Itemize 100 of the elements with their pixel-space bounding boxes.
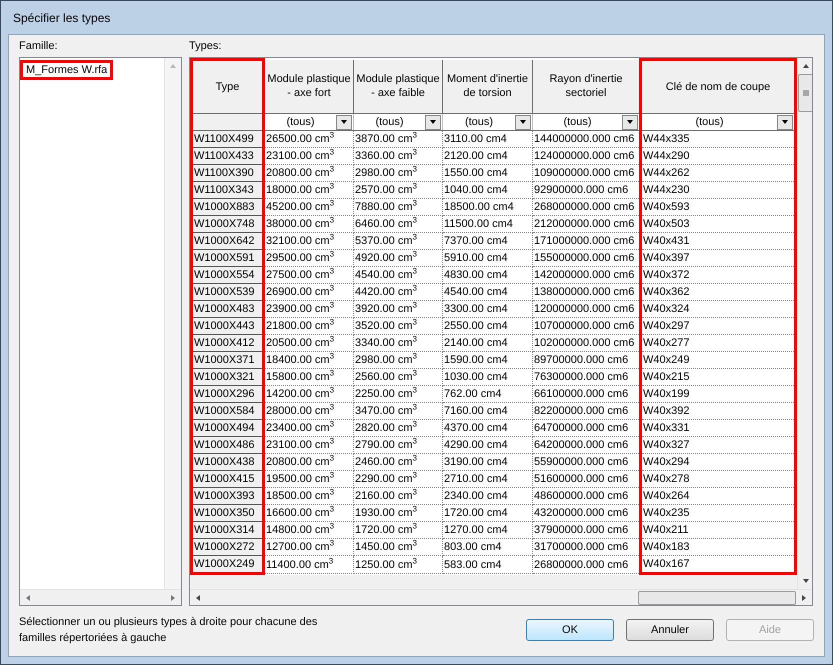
table-cell: 14800.00 cm$^{3}$ [264,522,354,538]
table-cell: 2140.00 cm4 [442,334,532,352]
row-header[interactable]: W1000X438 [192,454,264,470]
row-header[interactable]: W1000X539 [192,284,264,300]
filter-dropdown[interactable]: (tous) [265,114,353,130]
scroll-down-icon[interactable] [802,577,810,585]
column-header[interactable]: Rayon d'inertie sectoriel [532,60,640,114]
table-cell: 16600.00 cm$^{3}$ [264,504,354,522]
filter-dropdown[interactable]: (tous) [443,114,532,130]
scrollbar[interactable] [190,589,812,605]
table-cell: 18500.00 cm4 [442,198,532,216]
table-cell: 66100000.000 cm6 [532,386,640,402]
table-cell: 2710.00 cm4 [442,470,532,488]
table-cell: 3300.00 cm4 [442,300,532,318]
dropdown-icon [429,118,437,126]
filter-dropdown[interactable]: (tous) [642,114,794,130]
types-label: Types: [189,40,222,54]
row-header[interactable]: W1100X390 [192,164,264,182]
family-label: Famille: [19,40,59,54]
table-cell: 2340.00 cm4 [442,488,532,504]
row-header[interactable]: W1000X748 [192,216,264,232]
scroll-right-icon[interactable] [800,594,808,602]
table-cell: 5910.00 cm4 [442,250,532,266]
table-cell: 20500.00 cm$^{3}$ [264,334,354,352]
row-header[interactable]: W1100X433 [192,148,264,164]
table-cell: 2790.00 cm$^{3}$ [354,436,442,454]
table-cell: 1720.00 cm$^{3}$ [354,522,442,538]
dialog-button[interactable]: OK [526,619,614,641]
table-cell: 38000.00 cm$^{3}$ [264,216,354,232]
table-cell: 15800.00 cm$^{3}$ [264,368,354,386]
column-header[interactable]: Type [192,60,264,114]
row-header[interactable]: W1000X591 [192,250,264,266]
table-cell: 3470.00 cm$^{3}$ [354,402,442,420]
table-cell: 7880.00 cm$^{3}$ [354,198,442,216]
table-cell: 51600000.000 cm6 [532,470,640,488]
table-cell: 19500.00 cm$^{3}$ [264,470,354,488]
table-cell: 4420.00 cm$^{3}$ [354,284,442,300]
row-header[interactable]: W1000X412 [192,334,264,352]
table-cell: 45200.00 cm$^{3}$ [264,198,354,216]
table-cell: 23100.00 cm$^{3}$ [264,436,354,454]
row-header[interactable]: W1000X249 [192,556,264,574]
column-header[interactable]: Moment d'inertie de torsion [442,60,532,114]
row-header[interactable]: W1000X272 [192,538,264,556]
table-cell: 4370.00 cm4 [442,420,532,436]
scroll-right-icon[interactable] [169,594,177,602]
table-cell: 92900000.000 cm6 [532,182,640,198]
table-cell: 2550.00 cm4 [442,318,532,334]
scrollbar[interactable] [797,58,812,589]
table-cell: 31700000.000 cm6 [532,538,640,556]
table-cell: 48600000.000 cm6 [532,488,640,504]
table-cell: 29500.00 cm$^{3}$ [264,250,354,266]
table-cell: 26900.00 cm$^{3}$ [264,284,354,300]
row-header[interactable]: W1000X350 [192,504,264,522]
window-title: Spécifier les types [13,10,110,24]
table-cell: 20800.00 cm$^{3}$ [264,164,354,182]
table-cell: 1590.00 cm4 [442,352,532,368]
column-header[interactable]: Module plastique - axe fort [264,60,354,114]
row-header[interactable]: W1000X393 [192,488,264,504]
column-header[interactable]: Module plastique - axe faible [354,60,442,114]
table-cell: 76300000.000 cm6 [532,368,640,386]
row-header[interactable]: W1000X443 [192,318,264,334]
table-cell: 3360.00 cm$^{3}$ [354,148,442,164]
row-header[interactable]: W1100X499 [192,130,264,148]
row-header[interactable]: W1000X314 [192,522,264,538]
table-cell: 14200.00 cm$^{3}$ [264,386,354,402]
table-cell: 18500.00 cm$^{3}$ [264,488,354,504]
filter-dropdown[interactable]: (tous) [533,114,639,130]
row-header[interactable]: W1000X486 [192,436,264,454]
scroll-left-icon[interactable] [24,594,32,602]
row-header[interactable]: W1000X584 [192,402,264,420]
row-header[interactable]: W1000X554 [192,266,264,284]
row-header[interactable]: W1000X483 [192,300,264,318]
row-header[interactable]: W1000X494 [192,420,264,436]
table-cell: 2160.00 cm$^{3}$ [354,488,442,504]
scroll-left-icon[interactable] [194,594,202,602]
row-header[interactable]: W1100X343 [192,182,264,198]
family-item[interactable]: M_Formes W.rfa [20,60,114,80]
row-header[interactable]: W1000X296 [192,386,264,402]
filter-dropdown[interactable]: (tous) [354,114,442,130]
dialog-button[interactable]: Annuler [626,619,714,641]
row-header[interactable]: W1000X371 [192,352,264,368]
row-header[interactable]: W1000X415 [192,470,264,488]
table-cell: 11500.00 cm4 [442,216,532,232]
table-cell: 1040.00 cm4 [442,182,532,198]
scrollbar[interactable] [20,589,181,605]
scrollbar[interactable] [164,58,181,589]
table-cell: 1930.00 cm$^{3}$ [354,504,442,522]
table-cell: 762.00 cm4 [442,386,532,402]
row-header[interactable]: W1000X883 [192,198,264,216]
table-cell: 1720.00 cm4 [442,504,532,522]
dropdown-icon [781,118,789,126]
table-cell: W40x167 [640,556,796,574]
table-cell: 1550.00 cm4 [442,164,532,182]
scroll-up-icon[interactable] [802,62,810,70]
table-cell: 64200000.000 cm6 [532,436,640,454]
row-header[interactable]: W1000X642 [192,232,264,250]
table-cell: 23400.00 cm$^{3}$ [264,420,354,436]
dropdown-icon [340,118,348,126]
column-header[interactable]: Clé de nom de coupe [640,60,796,114]
row-header[interactable]: W1000X321 [192,368,264,386]
